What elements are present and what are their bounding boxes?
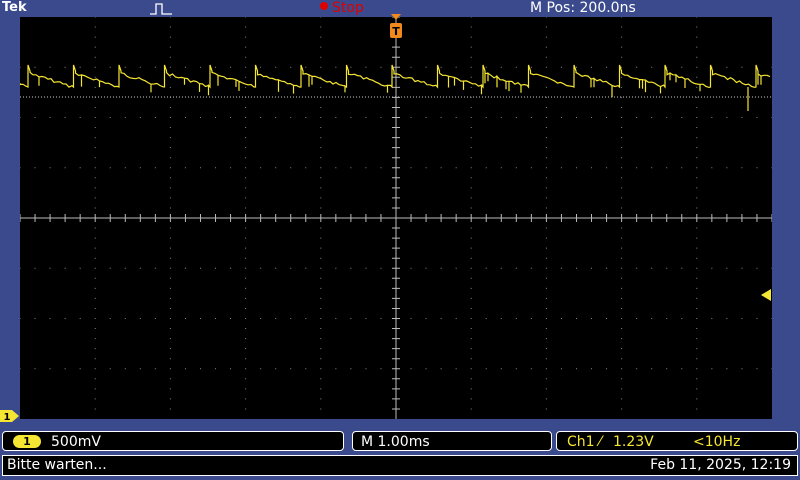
trigger-level: 1.23V xyxy=(613,434,654,450)
trigger-position-icon[interactable]: T xyxy=(389,14,403,40)
channel-badge: 1 xyxy=(13,435,41,448)
volts-per-div: 500mV xyxy=(51,434,101,450)
channel-marker-label: 1 xyxy=(4,412,11,422)
vertical-settings-box[interactable]: 1 500mV xyxy=(2,431,344,451)
trigger-source: Ch1 xyxy=(567,434,595,450)
settings-bar: 1 500mV M 1.00ms Ch1 ⁄ 1.23V <10Hz xyxy=(0,431,800,453)
trigger-level-arrow-icon[interactable] xyxy=(760,289,772,301)
trigger-marker-label: T xyxy=(392,25,400,38)
channel-1-ground-marker[interactable]: 1 xyxy=(0,410,20,422)
date-time: Feb 11, 2025, 12:19 xyxy=(650,457,791,473)
rising-edge-icon: ⁄ xyxy=(599,434,602,450)
brand-label: Tek xyxy=(2,0,27,15)
waveform-display[interactable] xyxy=(20,17,772,419)
message-bar: Bitte warten... Feb 11, 2025, 12:19 xyxy=(2,455,798,476)
stop-indicator-icon xyxy=(320,2,328,10)
timebase-box[interactable]: M 1.00ms xyxy=(352,431,552,451)
timebase-readout: M 1.00ms xyxy=(361,434,430,450)
acquisition-state: Stop xyxy=(320,0,364,16)
trigger-frequency: <10Hz xyxy=(693,434,741,450)
rising-edge-pulse-icon xyxy=(150,3,172,15)
status-message: Bitte warten... xyxy=(7,457,107,473)
channel-1-trace xyxy=(20,64,771,98)
graticule xyxy=(20,17,772,419)
acquisition-state-label: Stop xyxy=(332,0,364,16)
horizontal-position-readout: M Pos: 200.0ns xyxy=(530,0,636,16)
trigger-box[interactable]: Ch1 ⁄ 1.23V <10Hz xyxy=(556,431,798,451)
